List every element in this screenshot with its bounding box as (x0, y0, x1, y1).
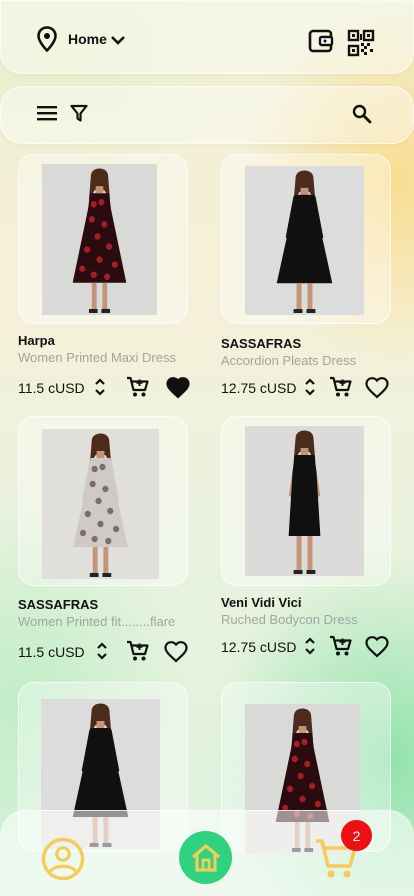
location-label: Home (68, 31, 107, 47)
quantity-stepper-icon[interactable] (94, 377, 106, 397)
chevron-down-icon (110, 36, 125, 45)
product-name: Women Printed fit........flare (18, 614, 176, 629)
product-price: 12.75 cUSD (221, 639, 297, 655)
product-price: 12.75 cUSD (221, 380, 297, 396)
product-brand: SASSAFRAS (221, 336, 302, 351)
qr-code-icon[interactable] (347, 29, 375, 57)
dress-photo-illustration (245, 426, 364, 576)
location-selector[interactable]: Home (36, 26, 126, 52)
dress-photo-illustration (42, 164, 157, 315)
wallet-icon[interactable] (308, 29, 334, 53)
wishlist-heart-icon[interactable] (164, 641, 188, 663)
dress-photo-illustration (42, 429, 159, 579)
wishlist-heart-icon[interactable] (365, 377, 389, 399)
add-to-cart-icon[interactable] (126, 640, 150, 662)
wishlist-heart-icon[interactable] (365, 636, 389, 658)
product-price: 11.5 cUSD (18, 644, 85, 660)
product-name: Ruched Bodycon Dress (221, 612, 358, 627)
product-brand: Veni Vidi Vici (221, 595, 302, 610)
home-icon (191, 843, 220, 872)
quantity-stepper-icon[interactable] (96, 641, 108, 661)
cart-count-badge: 2 (341, 820, 372, 851)
product-image[interactable] (42, 429, 159, 579)
search-icon[interactable] (352, 104, 372, 124)
product-brand: Harpa (18, 333, 55, 348)
quantity-stepper-icon[interactable] (304, 377, 316, 397)
quantity-stepper-icon[interactable] (304, 636, 316, 656)
dress-photo-illustration (245, 166, 364, 315)
product-name: Women Printed Maxi Dress (18, 350, 176, 365)
filter-icon[interactable] (70, 104, 88, 122)
product-image[interactable] (245, 166, 364, 315)
product-name: Accordion Pleats Dress (221, 353, 357, 368)
add-to-cart-icon[interactable] (329, 635, 353, 657)
profile-icon[interactable] (41, 837, 85, 881)
product-image[interactable] (42, 164, 157, 315)
location-pin-icon (37, 26, 57, 52)
product-image[interactable] (245, 426, 364, 576)
add-to-cart-icon[interactable] (329, 376, 353, 398)
wishlist-heart-icon[interactable] (166, 377, 190, 399)
home-button[interactable] (179, 831, 232, 884)
product-brand: SASSAFRAS (18, 597, 99, 612)
product-price: 11.5 cUSD (18, 380, 85, 396)
add-to-cart-icon[interactable] (126, 376, 150, 398)
menu-icon[interactable] (37, 105, 57, 121)
